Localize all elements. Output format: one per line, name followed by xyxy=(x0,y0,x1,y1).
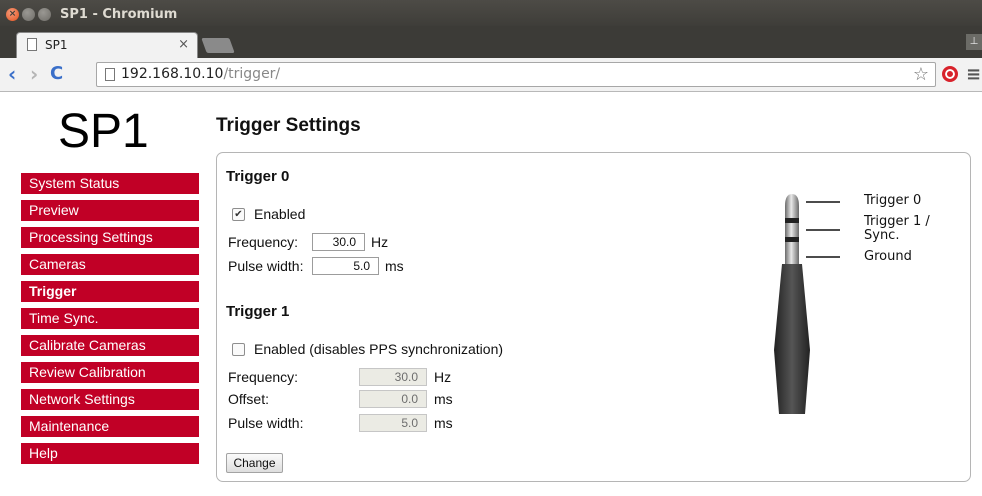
trigger0-frequency-unit: Hz xyxy=(371,234,389,250)
window-close-button[interactable]: × xyxy=(6,8,19,21)
tab-close-icon[interactable]: × xyxy=(178,37,189,52)
sidebar-nav: System Status Preview Processing Settings C… xyxy=(21,173,199,470)
trigger0-enabled-checkbox[interactable]: ✔ xyxy=(232,207,245,221)
sidebar-item-processing-settings[interactable]: Processing Settings xyxy=(21,227,199,248)
address-bar[interactable]: 192.168.10.10/trigger/ ☆ xyxy=(96,62,936,87)
bookmark-star-icon[interactable]: ☆ xyxy=(913,64,929,85)
page-title: Trigger Settings xyxy=(216,115,361,136)
url-host: 192.168.10.10 xyxy=(121,66,224,82)
change-button[interactable]: Change xyxy=(226,453,283,473)
browser-tab[interactable]: SP1 × xyxy=(16,32,198,58)
jack-label-ring-line2: Sync. xyxy=(864,228,900,243)
window-minimize-button[interactable] xyxy=(22,8,35,21)
tab-label: SP1 xyxy=(45,38,68,52)
sidebar-item-system-status[interactable]: System Status xyxy=(21,173,199,194)
window-title: SP1 - Chromium xyxy=(60,7,178,22)
url-path: /trigger/ xyxy=(223,66,281,82)
trigger1-pulse-input[interactable]: 5.0 xyxy=(359,414,427,432)
jack-sleeve xyxy=(785,242,799,264)
window-maximize-button[interactable] xyxy=(38,8,51,21)
sidebar-item-time-sync[interactable]: Time Sync. xyxy=(21,308,199,329)
jack-label-sleeve: Ground xyxy=(864,249,912,264)
jack-tip xyxy=(785,194,799,218)
forward-button[interactable]: › xyxy=(30,63,38,85)
trigger1-offset-label: Offset: xyxy=(228,391,269,407)
sidebar-item-cameras[interactable]: Cameras xyxy=(21,254,199,275)
trigger0-enabled-label: Enabled xyxy=(254,206,306,222)
trigger0-frequency-input[interactable]: 30.0 xyxy=(312,233,365,251)
tab-strip: SP1 × ⊥ xyxy=(0,26,982,58)
trigger1-frequency-label: Frequency: xyxy=(228,369,299,385)
sidebar-item-maintenance[interactable]: Maintenance xyxy=(21,416,199,437)
browser-menu-icon[interactable]: ≡ xyxy=(966,64,981,85)
back-button[interactable]: ‹ xyxy=(8,63,16,85)
page-icon xyxy=(27,38,37,51)
trigger1-enabled-checkbox[interactable] xyxy=(232,342,245,356)
trigger1-pulse-label: Pulse width: xyxy=(228,415,304,431)
jack-label-tip: Trigger 0 xyxy=(864,193,922,208)
trigger0-pulse-unit: ms xyxy=(385,258,404,274)
jack-label-ring-line1: Trigger 1 / xyxy=(864,214,930,229)
trigger1-frequency-input[interactable]: 30.0 xyxy=(359,368,427,386)
jack-body xyxy=(774,264,810,414)
sidebar-item-trigger[interactable]: Trigger xyxy=(21,281,199,302)
trigger0-frequency-label: Frequency: xyxy=(228,234,299,250)
sidebar-item-network-settings[interactable]: Network Settings xyxy=(21,389,199,410)
jack-ring xyxy=(785,223,799,237)
sidebar-item-preview[interactable]: Preview xyxy=(21,200,199,221)
trigger1-title: Trigger 1 xyxy=(226,303,290,320)
trigger1-offset-unit: ms xyxy=(434,391,453,407)
trigger1-enabled-label: Enabled (disables PPS synchronization) xyxy=(254,341,504,357)
url-text[interactable]: 192.168.10.10/trigger/ xyxy=(121,66,280,82)
sidebar-item-help[interactable]: Help xyxy=(21,443,199,464)
trigger1-pulse-unit: ms xyxy=(434,415,453,431)
sidebar-item-review-calibration[interactable]: Review Calibration xyxy=(21,362,199,383)
profile-icon[interactable]: ⊥ xyxy=(966,34,982,50)
trigger1-frequency-unit: Hz xyxy=(434,369,452,385)
trigger0-title: Trigger 0 xyxy=(226,168,290,185)
browser-toolbar: ‹ › C 192.168.10.10/trigger/ ☆ ≡ xyxy=(0,58,982,92)
site-logo: SP1 xyxy=(58,105,149,158)
trigger0-pulse-label: Pulse width: xyxy=(228,258,304,274)
settings-panel xyxy=(216,152,971,482)
trigger1-offset-input[interactable]: 0.0 xyxy=(359,390,427,408)
trigger0-enabled-row[interactable]: ✔ Enabled xyxy=(232,206,305,222)
sidebar-item-calibrate-cameras[interactable]: Calibrate Cameras xyxy=(21,335,199,356)
audio-jack-diagram xyxy=(774,194,840,414)
reload-button[interactable]: C xyxy=(50,63,63,85)
extension-stop-icon[interactable] xyxy=(942,66,958,82)
trigger0-pulse-input[interactable]: 5.0 xyxy=(312,257,379,275)
trigger1-enabled-row[interactable]: Enabled (disables PPS synchronization) xyxy=(232,341,503,357)
jack-ring-insulator xyxy=(785,218,799,223)
jack-sleeve-insulator xyxy=(785,237,799,242)
page-icon xyxy=(105,68,115,81)
new-tab-button[interactable] xyxy=(201,38,235,53)
